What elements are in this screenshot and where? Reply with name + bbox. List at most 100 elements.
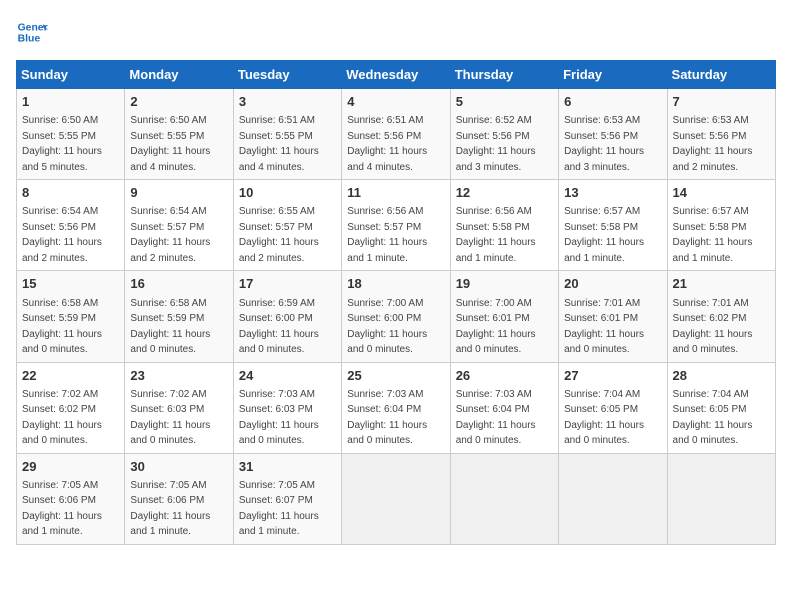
calendar-day-cell: 12 Sunrise: 6:56 AMSunset: 5:58 PMDaylig…	[450, 180, 558, 271]
calendar-day-cell	[342, 453, 450, 544]
weekday-header: Monday	[125, 61, 233, 89]
day-info: Sunrise: 6:58 AMSunset: 5:59 PMDaylight:…	[22, 298, 102, 356]
day-number: 19	[456, 275, 553, 293]
day-info: Sunrise: 6:56 AMSunset: 5:57 PMDaylight:…	[347, 206, 427, 264]
calendar-day-cell: 2 Sunrise: 6:50 AMSunset: 5:55 PMDayligh…	[125, 89, 233, 180]
day-number: 1	[22, 93, 119, 111]
calendar-day-cell	[667, 453, 775, 544]
day-number: 20	[564, 275, 661, 293]
calendar-day-cell: 7 Sunrise: 6:53 AMSunset: 5:56 PMDayligh…	[667, 89, 775, 180]
calendar-week-row: 22 Sunrise: 7:02 AMSunset: 6:02 PMDaylig…	[17, 362, 776, 453]
day-number: 28	[673, 367, 770, 385]
day-number: 5	[456, 93, 553, 111]
calendar-day-cell: 13 Sunrise: 6:57 AMSunset: 5:58 PMDaylig…	[559, 180, 667, 271]
calendar-day-cell: 30 Sunrise: 7:05 AMSunset: 6:06 PMDaylig…	[125, 453, 233, 544]
weekday-header: Wednesday	[342, 61, 450, 89]
day-info: Sunrise: 6:59 AMSunset: 6:00 PMDaylight:…	[239, 298, 319, 356]
day-number: 31	[239, 458, 336, 476]
day-info: Sunrise: 6:53 AMSunset: 5:56 PMDaylight:…	[673, 115, 753, 173]
day-number: 18	[347, 275, 444, 293]
day-info: Sunrise: 6:54 AMSunset: 5:56 PMDaylight:…	[22, 206, 102, 264]
calendar-day-cell: 17 Sunrise: 6:59 AMSunset: 6:00 PMDaylig…	[233, 271, 341, 362]
logo-icon: General Blue	[16, 16, 48, 48]
calendar-day-cell: 21 Sunrise: 7:01 AMSunset: 6:02 PMDaylig…	[667, 271, 775, 362]
day-info: Sunrise: 7:05 AMSunset: 6:06 PMDaylight:…	[22, 480, 102, 538]
calendar-week-row: 29 Sunrise: 7:05 AMSunset: 6:06 PMDaylig…	[17, 453, 776, 544]
day-info: Sunrise: 6:55 AMSunset: 5:57 PMDaylight:…	[239, 206, 319, 264]
calendar-day-cell: 28 Sunrise: 7:04 AMSunset: 6:05 PMDaylig…	[667, 362, 775, 453]
calendar-day-cell: 22 Sunrise: 7:02 AMSunset: 6:02 PMDaylig…	[17, 362, 125, 453]
calendar-day-cell: 4 Sunrise: 6:51 AMSunset: 5:56 PMDayligh…	[342, 89, 450, 180]
day-info: Sunrise: 6:51 AMSunset: 5:56 PMDaylight:…	[347, 115, 427, 173]
calendar-day-cell: 19 Sunrise: 7:00 AMSunset: 6:01 PMDaylig…	[450, 271, 558, 362]
day-info: Sunrise: 6:57 AMSunset: 5:58 PMDaylight:…	[673, 206, 753, 264]
day-info: Sunrise: 6:57 AMSunset: 5:58 PMDaylight:…	[564, 206, 644, 264]
weekday-header: Thursday	[450, 61, 558, 89]
day-info: Sunrise: 6:50 AMSunset: 5:55 PMDaylight:…	[22, 115, 102, 173]
page-header: General Blue	[16, 16, 776, 48]
day-info: Sunrise: 7:04 AMSunset: 6:05 PMDaylight:…	[673, 389, 753, 447]
calendar-day-cell: 16 Sunrise: 6:58 AMSunset: 5:59 PMDaylig…	[125, 271, 233, 362]
calendar-day-cell: 20 Sunrise: 7:01 AMSunset: 6:01 PMDaylig…	[559, 271, 667, 362]
calendar-day-cell: 25 Sunrise: 7:03 AMSunset: 6:04 PMDaylig…	[342, 362, 450, 453]
logo: General Blue	[16, 16, 48, 48]
calendar-day-cell: 8 Sunrise: 6:54 AMSunset: 5:56 PMDayligh…	[17, 180, 125, 271]
weekday-header: Saturday	[667, 61, 775, 89]
day-info: Sunrise: 7:01 AMSunset: 6:02 PMDaylight:…	[673, 298, 753, 356]
calendar-day-cell: 9 Sunrise: 6:54 AMSunset: 5:57 PMDayligh…	[125, 180, 233, 271]
day-number: 11	[347, 184, 444, 202]
weekday-header: Tuesday	[233, 61, 341, 89]
calendar-day-cell: 18 Sunrise: 7:00 AMSunset: 6:00 PMDaylig…	[342, 271, 450, 362]
calendar-day-cell: 3 Sunrise: 6:51 AMSunset: 5:55 PMDayligh…	[233, 89, 341, 180]
weekday-header: Friday	[559, 61, 667, 89]
day-info: Sunrise: 7:04 AMSunset: 6:05 PMDaylight:…	[564, 389, 644, 447]
calendar-day-cell: 6 Sunrise: 6:53 AMSunset: 5:56 PMDayligh…	[559, 89, 667, 180]
day-info: Sunrise: 7:02 AMSunset: 6:03 PMDaylight:…	[130, 389, 210, 447]
calendar-day-cell: 24 Sunrise: 7:03 AMSunset: 6:03 PMDaylig…	[233, 362, 341, 453]
day-number: 3	[239, 93, 336, 111]
day-number: 14	[673, 184, 770, 202]
day-number: 24	[239, 367, 336, 385]
calendar-week-row: 8 Sunrise: 6:54 AMSunset: 5:56 PMDayligh…	[17, 180, 776, 271]
day-info: Sunrise: 7:03 AMSunset: 6:04 PMDaylight:…	[347, 389, 427, 447]
calendar-day-cell: 15 Sunrise: 6:58 AMSunset: 5:59 PMDaylig…	[17, 271, 125, 362]
day-number: 6	[564, 93, 661, 111]
day-info: Sunrise: 6:51 AMSunset: 5:55 PMDaylight:…	[239, 115, 319, 173]
day-info: Sunrise: 7:03 AMSunset: 6:03 PMDaylight:…	[239, 389, 319, 447]
day-number: 21	[673, 275, 770, 293]
day-number: 9	[130, 184, 227, 202]
day-number: 8	[22, 184, 119, 202]
svg-text:General: General	[18, 22, 48, 33]
day-number: 7	[673, 93, 770, 111]
calendar-day-cell: 5 Sunrise: 6:52 AMSunset: 5:56 PMDayligh…	[450, 89, 558, 180]
day-number: 17	[239, 275, 336, 293]
day-number: 15	[22, 275, 119, 293]
day-number: 13	[564, 184, 661, 202]
day-info: Sunrise: 6:52 AMSunset: 5:56 PMDaylight:…	[456, 115, 536, 173]
calendar-day-cell: 29 Sunrise: 7:05 AMSunset: 6:06 PMDaylig…	[17, 453, 125, 544]
day-number: 25	[347, 367, 444, 385]
day-number: 10	[239, 184, 336, 202]
day-number: 26	[456, 367, 553, 385]
day-info: Sunrise: 6:53 AMSunset: 5:56 PMDaylight:…	[564, 115, 644, 173]
day-info: Sunrise: 7:05 AMSunset: 6:07 PMDaylight:…	[239, 480, 319, 538]
day-number: 27	[564, 367, 661, 385]
calendar-header-row: SundayMondayTuesdayWednesdayThursdayFrid…	[17, 61, 776, 89]
day-info: Sunrise: 7:01 AMSunset: 6:01 PMDaylight:…	[564, 298, 644, 356]
calendar-day-cell: 14 Sunrise: 6:57 AMSunset: 5:58 PMDaylig…	[667, 180, 775, 271]
svg-text:Blue: Blue	[18, 34, 41, 45]
day-info: Sunrise: 7:05 AMSunset: 6:06 PMDaylight:…	[130, 480, 210, 538]
calendar-day-cell: 1 Sunrise: 6:50 AMSunset: 5:55 PMDayligh…	[17, 89, 125, 180]
calendar-day-cell: 23 Sunrise: 7:02 AMSunset: 6:03 PMDaylig…	[125, 362, 233, 453]
day-number: 12	[456, 184, 553, 202]
calendar-day-cell: 10 Sunrise: 6:55 AMSunset: 5:57 PMDaylig…	[233, 180, 341, 271]
calendar-body: 1 Sunrise: 6:50 AMSunset: 5:55 PMDayligh…	[17, 89, 776, 545]
day-number: 4	[347, 93, 444, 111]
calendar-day-cell: 26 Sunrise: 7:03 AMSunset: 6:04 PMDaylig…	[450, 362, 558, 453]
day-info: Sunrise: 6:50 AMSunset: 5:55 PMDaylight:…	[130, 115, 210, 173]
calendar-day-cell: 11 Sunrise: 6:56 AMSunset: 5:57 PMDaylig…	[342, 180, 450, 271]
calendar-day-cell	[450, 453, 558, 544]
day-number: 23	[130, 367, 227, 385]
calendar-table: SundayMondayTuesdayWednesdayThursdayFrid…	[16, 60, 776, 545]
calendar-day-cell: 27 Sunrise: 7:04 AMSunset: 6:05 PMDaylig…	[559, 362, 667, 453]
